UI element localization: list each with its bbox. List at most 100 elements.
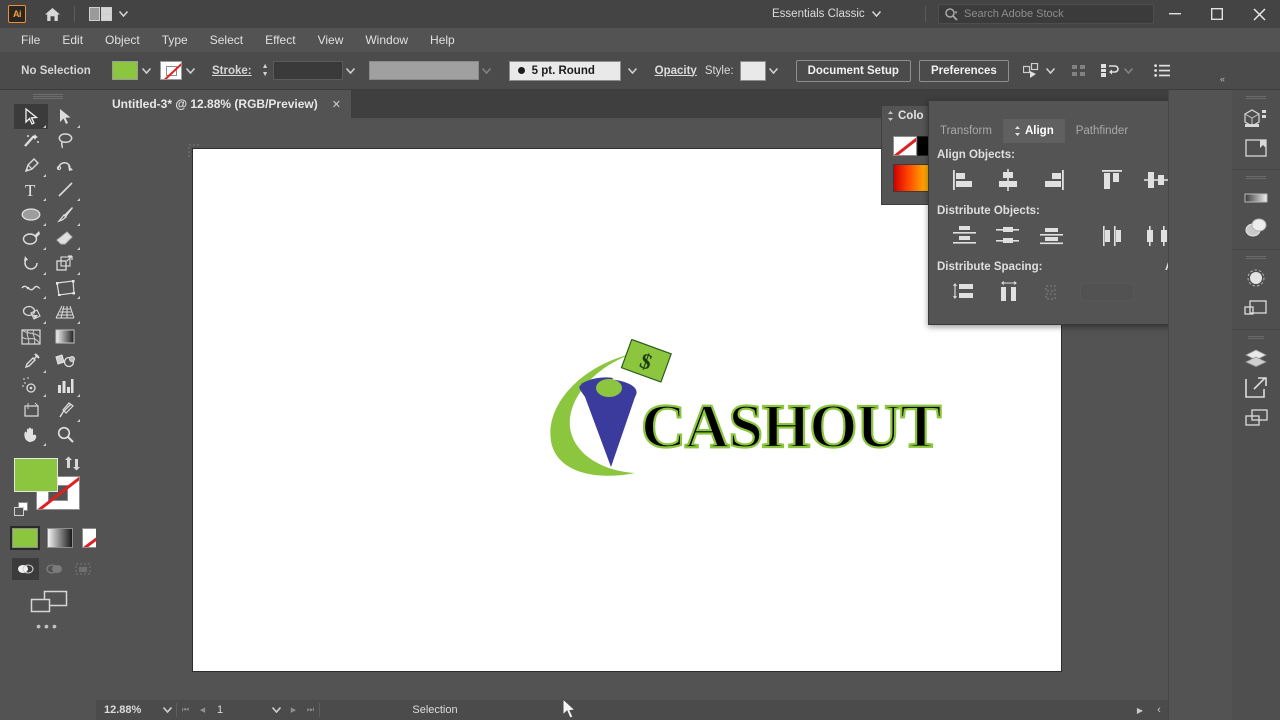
tab-align[interactable]: Align bbox=[1002, 119, 1065, 143]
panel-grip-icon[interactable] bbox=[1246, 176, 1266, 180]
distribute-bottom-edges-button[interactable] bbox=[1030, 221, 1074, 251]
previous-artboard-button[interactable]: ◀ bbox=[194, 700, 211, 720]
rotate-tool[interactable] bbox=[14, 251, 48, 276]
default-fill-stroke-icon[interactable] bbox=[14, 502, 32, 520]
artboard-chevron-down-icon[interactable] bbox=[267, 700, 285, 720]
align-horizontal-center-button[interactable] bbox=[987, 165, 1031, 195]
minimize-button[interactable] bbox=[1154, 0, 1196, 28]
list-options-icon[interactable] bbox=[1151, 60, 1173, 82]
eyedropper-tool[interactable] bbox=[14, 349, 48, 374]
variable-width-profile-input[interactable] bbox=[368, 61, 479, 80]
panel-grip-icon[interactable] bbox=[1246, 96, 1266, 100]
last-artboard-button[interactable]: ⏭ bbox=[302, 700, 319, 720]
style-chevron-down-icon[interactable] bbox=[766, 61, 782, 80]
ellipse-tool[interactable] bbox=[14, 202, 48, 227]
free-transform-tool[interactable] bbox=[48, 276, 82, 301]
symbol-sprayer-tool[interactable] bbox=[14, 374, 48, 399]
cashout-logo[interactable]: $ CASHOUT bbox=[523, 339, 953, 479]
dock-gradient-button[interactable] bbox=[1232, 263, 1280, 293]
graphic-style-swatch[interactable] bbox=[739, 60, 766, 81]
eraser-tool[interactable] bbox=[48, 227, 82, 252]
select-similar-chevron-down-icon[interactable] bbox=[1043, 61, 1059, 80]
stroke-chevron-down-icon[interactable] bbox=[182, 61, 198, 80]
align-right-edges-button[interactable] bbox=[1030, 165, 1074, 195]
draw-normal-button[interactable] bbox=[12, 558, 39, 580]
menu-object[interactable]: Object bbox=[94, 28, 151, 52]
vertical-distribute-spacing-button[interactable] bbox=[943, 277, 988, 307]
dock-libraries-button[interactable] bbox=[1232, 103, 1280, 133]
paintbrush-tool[interactable] bbox=[48, 202, 82, 227]
distribute-objects-icon[interactable] bbox=[1099, 60, 1121, 82]
draw-behind-button[interactable] bbox=[41, 558, 68, 580]
none-swatch[interactable] bbox=[893, 136, 917, 156]
width-tool[interactable] bbox=[14, 276, 48, 301]
artboard-tool[interactable] bbox=[14, 398, 48, 423]
align-top-edges-button[interactable] bbox=[1091, 165, 1135, 195]
distribute-vertical-center-button[interactable] bbox=[987, 221, 1031, 251]
status-resize-icon[interactable]: ‹ bbox=[1150, 700, 1168, 720]
dock-artboards2-button[interactable] bbox=[1232, 403, 1280, 433]
document-tab[interactable]: Untitled-3* @ 12.88% (RGB/Preview) ✕ bbox=[96, 90, 351, 118]
change-screen-mode-icon[interactable] bbox=[30, 590, 68, 617]
shaper-tool[interactable] bbox=[14, 227, 48, 252]
dock-layers-button[interactable] bbox=[1232, 343, 1280, 373]
dock-color-button[interactable] bbox=[1232, 183, 1280, 213]
selection-tool[interactable] bbox=[14, 104, 48, 129]
zoom-tool[interactable] bbox=[48, 423, 82, 448]
arrange-documents-icon[interactable] bbox=[89, 6, 128, 22]
scale-tool[interactable] bbox=[48, 251, 82, 276]
dock-stroke-button[interactable] bbox=[1232, 293, 1280, 323]
close-icon[interactable]: ✕ bbox=[332, 98, 341, 111]
next-artboard-button[interactable]: ▶ bbox=[285, 700, 302, 720]
current-tool-label[interactable]: Selection bbox=[320, 704, 550, 716]
tab-pathfinder[interactable]: Pathfinder bbox=[1065, 119, 1139, 143]
gradient-tool[interactable] bbox=[48, 325, 82, 350]
distribute-top-edges-button[interactable] bbox=[943, 221, 987, 251]
distribute-left-edges-button[interactable] bbox=[1091, 221, 1135, 251]
menu-window[interactable]: Window bbox=[354, 28, 419, 52]
more-tools-button[interactable]: ••• bbox=[0, 618, 96, 634]
document-setup-button[interactable]: Document Setup bbox=[795, 59, 911, 82]
zoom-level-input[interactable]: 12.88% bbox=[96, 704, 158, 716]
slice-tool[interactable] bbox=[48, 398, 82, 423]
color-mode-button[interactable] bbox=[10, 526, 40, 550]
direct-selection-tool[interactable] bbox=[48, 104, 82, 129]
artboard-number-input[interactable]: 1 bbox=[211, 704, 267, 716]
stroke-weight-input[interactable] bbox=[272, 61, 343, 80]
gradient-mode-button[interactable] bbox=[47, 528, 73, 548]
menu-effect[interactable]: Effect bbox=[254, 28, 306, 52]
stroke-weight-chevron-down-icon[interactable] bbox=[343, 61, 359, 80]
fill-swatch-large[interactable] bbox=[14, 458, 58, 492]
line-segment-tool[interactable] bbox=[48, 178, 82, 203]
align-left-edges-button[interactable] bbox=[943, 165, 987, 195]
blend-tool[interactable] bbox=[48, 349, 82, 374]
dock-artboards-button[interactable] bbox=[1232, 133, 1280, 163]
panel-grip-icon[interactable] bbox=[33, 94, 63, 99]
hand-tool[interactable] bbox=[14, 423, 48, 448]
brush-definition-field[interactable]: 5 pt. Round bbox=[508, 60, 621, 81]
panel-grip-icon[interactable] bbox=[1248, 336, 1264, 340]
zoom-chevron-down-icon[interactable] bbox=[158, 700, 176, 720]
dock-color-guide-button[interactable] bbox=[1232, 213, 1280, 243]
lasso-tool[interactable] bbox=[48, 129, 82, 154]
fill-chevron-down-icon[interactable] bbox=[138, 61, 154, 80]
type-tool[interactable]: T bbox=[14, 178, 48, 203]
menu-type[interactable]: Type bbox=[151, 28, 199, 52]
fill-color-swatch[interactable] bbox=[112, 61, 138, 80]
collapse-to-icons-icon[interactable]: « bbox=[1220, 74, 1225, 84]
stroke-color-swatch[interactable] bbox=[160, 61, 182, 80]
maximize-button[interactable] bbox=[1196, 0, 1238, 28]
pen-tool[interactable] bbox=[14, 153, 48, 178]
menu-view[interactable]: View bbox=[307, 28, 355, 52]
preferences-button[interactable]: Preferences bbox=[918, 59, 1009, 82]
select-similar-objects-icon[interactable] bbox=[1021, 60, 1043, 82]
swap-fill-stroke-icon[interactable] bbox=[64, 456, 80, 474]
mesh-tool[interactable] bbox=[14, 325, 48, 350]
column-graph-tool[interactable] bbox=[48, 374, 82, 399]
brush-chevron-down-icon[interactable] bbox=[625, 61, 641, 80]
magic-wand-tool[interactable] bbox=[14, 129, 48, 154]
stroke-weight-stepper[interactable]: ▲ ▼ bbox=[260, 61, 271, 81]
menu-help[interactable]: Help bbox=[419, 28, 466, 52]
curvature-tool[interactable] bbox=[48, 153, 82, 178]
opacity-label[interactable]: Opacity bbox=[655, 65, 697, 77]
